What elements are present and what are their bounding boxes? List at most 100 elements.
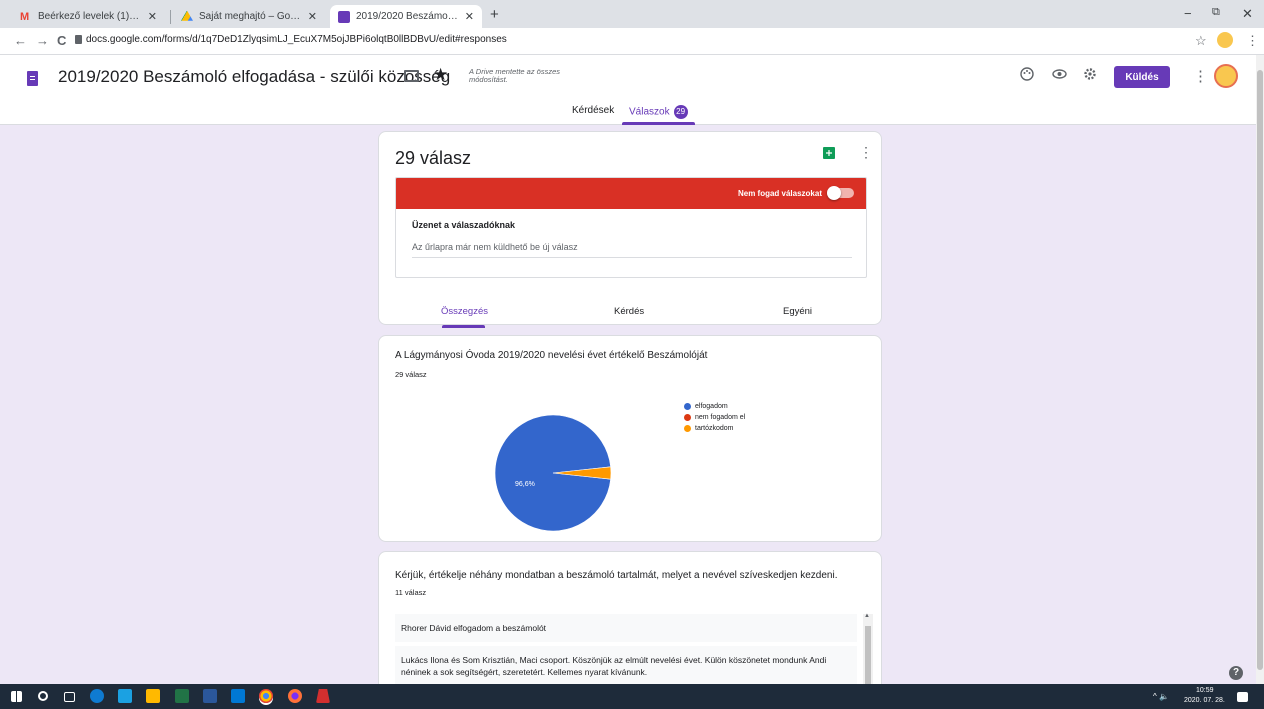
more-options-icon[interactable]: ⋮ bbox=[1193, 67, 1208, 85]
tab-forms[interactable]: 2019/2020 Beszámoló elfogadás ✕ bbox=[330, 5, 482, 28]
question-title: Kérjük, értékelje néhány mondatban a bes… bbox=[395, 570, 838, 581]
address-bar: ← → C docs.google.com/forms/d/1q7DeD1Zly… bbox=[0, 28, 1264, 55]
task-view-icon[interactable] bbox=[64, 692, 75, 702]
word-icon[interactable] bbox=[203, 689, 217, 703]
not-accepting-banner: Nem fogad válaszokat bbox=[396, 178, 866, 209]
notifications-icon[interactable] bbox=[1237, 692, 1248, 702]
file-explorer-icon[interactable] bbox=[146, 689, 160, 703]
chrome-icon[interactable] bbox=[259, 689, 273, 703]
forms-icon[interactable] bbox=[27, 71, 38, 86]
tab-label: 2019/2020 Beszámoló elfogadás bbox=[356, 11, 459, 22]
edge-icon[interactable] bbox=[90, 689, 104, 703]
respondent-message-label: Üzenet a válaszadóknak bbox=[412, 220, 516, 230]
close-icon[interactable]: ✕ bbox=[465, 10, 474, 23]
volume-icon[interactable]: ^ 🔈 bbox=[1153, 692, 1169, 701]
more-options-icon[interactable]: ⋮ bbox=[859, 144, 873, 161]
answers-scrollbar-thumb[interactable] bbox=[865, 626, 871, 686]
form-tabs: Kérdések Válaszok 29 bbox=[0, 105, 1256, 125]
close-icon[interactable]: ✕ bbox=[148, 10, 157, 23]
slice-data-label: 96,6% bbox=[515, 481, 535, 488]
forms-icon bbox=[338, 10, 350, 23]
bookmark-star-icon[interactable]: ☆ bbox=[1195, 33, 1207, 49]
tab-drive[interactable]: Saját meghajtó – Google Drive ✕ bbox=[173, 5, 325, 28]
legend-item[interactable]: tartózkodom bbox=[684, 423, 745, 434]
search-icon[interactable] bbox=[38, 691, 48, 701]
page-title[interactable]: 2019/2020 Beszámoló elfogadása - szülői … bbox=[58, 67, 450, 87]
question-title: A Lágymányosi Óvoda 2019/2020 nevelési é… bbox=[395, 350, 708, 361]
close-icon[interactable]: ✕ bbox=[308, 10, 317, 23]
question-card-pie: A Lágymányosi Óvoda 2019/2020 nevelési é… bbox=[378, 335, 882, 542]
send-button[interactable]: Küldés bbox=[1114, 66, 1170, 88]
tab-responses-label: Válaszok bbox=[629, 106, 670, 118]
url-field[interactable]: docs.google.com/forms/d/1q7DeD1ZlyqsimLJ… bbox=[86, 34, 507, 45]
gmail-icon: M bbox=[20, 10, 30, 23]
lock-icon bbox=[75, 35, 82, 44]
active-tab-indicator bbox=[442, 325, 485, 328]
clock-date[interactable]: 2020. 07. 28. bbox=[1184, 697, 1225, 704]
legend-marker bbox=[684, 403, 691, 410]
toggle-knob[interactable] bbox=[827, 186, 841, 200]
sheets-icon[interactable] bbox=[823, 147, 835, 159]
responses-count-title: 29 válasz bbox=[395, 148, 472, 168]
drive-icon bbox=[181, 10, 193, 21]
scroll-up-icon[interactable]: ▲ bbox=[864, 613, 870, 619]
tab-label: Saját meghajtó – Google Drive bbox=[199, 11, 302, 22]
legend-item[interactable]: nem fogadom el bbox=[684, 412, 745, 423]
legend-marker bbox=[684, 425, 691, 432]
response-count: 11 válasz bbox=[395, 588, 427, 597]
legend-item[interactable]: elfogadom bbox=[684, 401, 745, 412]
minimize-icon[interactable]: − bbox=[1184, 6, 1192, 21]
forms-header: 2019/2020 Beszámoló elfogadása - szülői … bbox=[0, 55, 1256, 125]
taskbar: ^ 🔈 10:59 2020. 07. 28. bbox=[0, 684, 1264, 709]
legend-label: tartózkodom bbox=[695, 425, 734, 432]
folder-icon[interactable] bbox=[404, 70, 419, 82]
excel-icon[interactable] bbox=[175, 689, 189, 703]
star-icon[interactable]: ★ bbox=[433, 65, 448, 85]
respondent-message-field[interactable]: Az űrlapra már nem küldhető be új válasz bbox=[412, 242, 852, 258]
browser-tab-strip: M Beérkező levelek (1) - lagymanyo ✕ Saj… bbox=[0, 0, 1264, 28]
new-tab-icon[interactable]: + bbox=[490, 6, 499, 23]
profile-avatar[interactable] bbox=[1217, 32, 1233, 48]
forward-icon[interactable]: → bbox=[36, 33, 49, 48]
active-tab-indicator bbox=[622, 122, 695, 125]
windows-start-icon[interactable] bbox=[11, 691, 22, 702]
list-item: Lukács Ilona és Som Krisztián, Maci csop… bbox=[395, 646, 857, 686]
window-close-icon[interactable]: ✕ bbox=[1242, 6, 1253, 22]
accepting-responses-panel: Nem fogad válaszokat Üzenet a válaszadók… bbox=[395, 177, 867, 278]
legend-label: elfogadom bbox=[695, 403, 728, 410]
photos-icon[interactable] bbox=[231, 689, 245, 703]
tab-summary[interactable]: Összegzés bbox=[441, 306, 488, 317]
answers-list: Rhorer Dávid elfogadom a beszámolót Luká… bbox=[395, 614, 857, 686]
chart-legend: elfogadom nem fogadom el tartózkodom bbox=[684, 401, 745, 434]
tab-questions[interactable]: Kérdések bbox=[572, 105, 614, 116]
question-card-text: Kérjük, értékelje néhány mondatban a bes… bbox=[378, 551, 882, 691]
browser-menu-icon[interactable]: ⋮ bbox=[1246, 33, 1259, 49]
tab-divider bbox=[170, 10, 171, 24]
save-status: A Drive mentette az összes módosítást. bbox=[469, 67, 561, 84]
tab-responses[interactable]: Válaszok 29 bbox=[629, 105, 688, 119]
settings-gear-icon[interactable] bbox=[1083, 67, 1097, 85]
help-icon[interactable]: ? bbox=[1229, 666, 1243, 680]
maximize-icon[interactable]: ⧉ bbox=[1212, 6, 1220, 19]
accepting-responses-label: Nem fogad válaszokat bbox=[737, 189, 822, 198]
reload-icon[interactable]: C bbox=[57, 33, 66, 48]
responses-count-badge: 29 bbox=[673, 105, 688, 119]
firefox-icon[interactable] bbox=[288, 689, 302, 703]
avatar[interactable] bbox=[1214, 64, 1238, 88]
tab-label: Beérkező levelek (1) - lagymanyo bbox=[38, 11, 142, 22]
response-count: 29 válasz bbox=[395, 370, 427, 379]
legend-label: nem fogadom el bbox=[695, 414, 746, 421]
preview-eye-icon[interactable] bbox=[1052, 67, 1067, 85]
store-icon[interactable] bbox=[118, 689, 132, 703]
legend-marker bbox=[684, 414, 691, 421]
tab-question[interactable]: Kérdés bbox=[614, 306, 644, 317]
page-scrollbar-thumb[interactable] bbox=[1257, 70, 1263, 670]
tab-gmail[interactable]: M Beérkező levelek (1) - lagymanyo ✕ bbox=[12, 5, 165, 28]
clock-time[interactable]: 10:59 bbox=[1196, 687, 1214, 694]
list-item: Rhorer Dávid elfogadom a beszámolót bbox=[395, 614, 857, 642]
palette-icon[interactable] bbox=[1020, 67, 1034, 85]
pie-chart: 96,6% bbox=[494, 414, 612, 532]
acrobat-icon[interactable] bbox=[316, 689, 330, 703]
tab-individual[interactable]: Egyéni bbox=[783, 306, 812, 317]
back-icon[interactable]: ← bbox=[14, 33, 27, 48]
